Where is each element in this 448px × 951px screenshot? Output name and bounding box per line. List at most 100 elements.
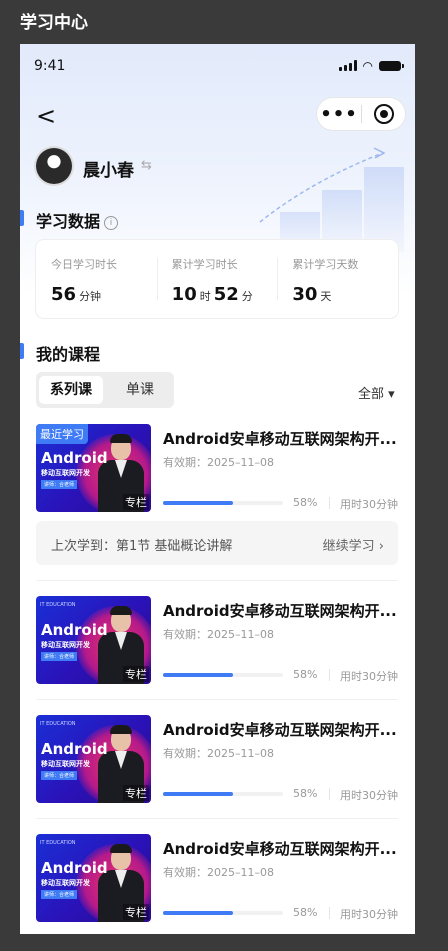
progress-fill <box>163 673 233 677</box>
thumb-tag: 讲师：合老师 <box>41 771 78 780</box>
tab-single-course[interactable]: 单课 <box>108 376 172 404</box>
page-title: 学习中心 <box>20 13 88 33</box>
time-used: 用时30分钟 <box>340 908 398 921</box>
thumb-subtitle: 移动互联网开发 <box>41 760 90 768</box>
divider <box>36 580 398 581</box>
divider <box>36 818 398 819</box>
stat-value: 30 天 <box>292 284 398 305</box>
course-card[interactable]: IT EDUCATION Android 移动互联网开发 讲师：合老师 专栏 A… <box>36 834 398 922</box>
course-thumbnail: IT EDUCATION Android 移动互联网开发 讲师：合老师 专栏 <box>36 715 151 803</box>
thumb-tag: 讲师：合老师 <box>41 890 78 899</box>
course-card[interactable]: 最近学习 Android 移动互联网开发 讲师：合老师 专栏 Android安卓… <box>36 424 398 512</box>
progress-bar <box>163 501 283 505</box>
progress-percent: 58% <box>293 787 318 800</box>
close-capsule-button[interactable] <box>362 104 405 124</box>
thumb-tag: 讲师：合老师 <box>41 652 78 661</box>
signal-icon <box>338 60 357 71</box>
time-used: 用时30分钟 <box>340 670 398 683</box>
stat-number: 30 <box>292 284 318 305</box>
more-icon[interactable]: ••• <box>317 104 361 125</box>
column-badge: 专栏 <box>123 904 149 920</box>
thumb-title: Android <box>41 740 108 758</box>
stat-unit: 时 <box>199 290 211 303</box>
thumb-title: Android <box>41 621 108 639</box>
progress-bar <box>163 673 283 677</box>
thumb-title: Android <box>41 449 108 467</box>
meta-divider <box>329 788 330 800</box>
filter-dropdown[interactable]: 全部 ▾ <box>358 383 395 402</box>
stat-total-days: 累计学习天数 30 天 <box>277 240 398 318</box>
progress-percent: 58% <box>293 668 318 681</box>
avatar[interactable] <box>36 148 72 184</box>
meta-divider <box>329 497 330 509</box>
target-icon <box>373 104 394 124</box>
course-type-tabs: 系列课 单课 <box>36 372 174 408</box>
status-icons: ◠ <box>338 58 404 73</box>
battery-icon <box>379 60 404 71</box>
stat-today: 今日学习时长 56 分钟 <box>36 240 157 318</box>
stat-unit: 天 <box>320 290 332 303</box>
stat-number: 52 <box>213 284 239 305</box>
course-card[interactable]: IT EDUCATION Android 移动互联网开发 讲师：合老师 专栏 A… <box>36 715 398 803</box>
course-title: Android安卓移动互联网架构开... <box>163 721 397 739</box>
mini-program-capsule: ••• <box>317 98 405 130</box>
thumb-top-text: IT EDUCATION <box>40 602 76 608</box>
info-icon[interactable]: i <box>104 216 119 230</box>
stat-unit: 分钟 <box>79 290 102 303</box>
section-marker <box>20 343 24 359</box>
meta-divider <box>329 669 330 681</box>
status-time: 9:41 <box>34 58 66 74</box>
course-thumbnail: IT EDUCATION Android 移动互联网开发 讲师：合老师 专栏 <box>36 834 151 922</box>
wifi-icon: ◠ <box>362 58 373 73</box>
column-badge: 专栏 <box>123 666 149 682</box>
section-marker <box>20 210 24 226</box>
course-title: Android安卓移动互联网架构开... <box>163 602 397 620</box>
last-study-bar: 上次学到：第1节 基础概论讲解 继续学习 › <box>36 521 398 565</box>
progress-bar <box>163 911 283 915</box>
study-data-title: 学习数据 i <box>36 208 119 232</box>
phone-screen: 9:41 ◠ < ••• 晨小春 ⇆ 学习数据 i 今日学习时长 56 分钟 累计学… <box>20 44 415 934</box>
progress-fill <box>163 792 233 796</box>
stat-value: 10 时 52 分 <box>172 284 278 305</box>
continue-study-button[interactable]: 继续学习 › <box>323 535 384 554</box>
course-validity: 有效期：2025–11–08 <box>163 747 274 760</box>
stat-unit: 分 <box>241 290 253 303</box>
stat-number: 10 <box>171 284 197 305</box>
stat-label: 累计学习时长 <box>171 258 238 271</box>
thumb-title: Android <box>41 859 108 877</box>
switch-icon[interactable]: ⇆ <box>141 158 152 173</box>
stat-number: 56 <box>51 284 77 305</box>
thumb-subtitle: 移动互联网开发 <box>41 879 90 887</box>
thumb-top-text: IT EDUCATION <box>40 840 76 846</box>
meta-divider <box>329 907 330 919</box>
thumb-tag: 讲师：合老师 <box>41 480 78 489</box>
divider <box>36 699 398 700</box>
study-data-label: 学习数据 <box>36 212 101 231</box>
progress-fill <box>163 911 233 915</box>
growth-chart-illustration <box>259 147 404 252</box>
course-title: Android安卓移动互联网架构开... <box>163 430 397 448</box>
course-thumbnail: 最近学习 Android 移动互联网开发 讲师：合老师 专栏 <box>36 424 151 512</box>
tab-series-course[interactable]: 系列课 <box>39 376 103 404</box>
course-thumbnail: IT EDUCATION Android 移动互联网开发 讲师：合老师 专栏 <box>36 596 151 684</box>
course-validity: 有效期：2025–11–08 <box>163 628 274 641</box>
my-courses-title: 我的课程 <box>36 345 101 364</box>
column-badge: 专栏 <box>123 494 149 510</box>
stat-total-time: 累计学习时长 10 时 52 分 <box>156 240 278 318</box>
progress-fill <box>163 501 233 505</box>
progress-percent: 58% <box>293 906 318 919</box>
course-validity: 有效期：2025–11–08 <box>163 456 274 469</box>
course-title: Android安卓移动互联网架构开... <box>163 840 397 858</box>
stat-label: 累计学习天数 <box>292 258 359 271</box>
progress-percent: 58% <box>293 496 318 509</box>
progress-bar <box>163 792 283 796</box>
study-stats-card: 今日学习时长 56 分钟 累计学习时长 10 时 52 分 累计学习天数 30 天 <box>36 240 398 318</box>
stat-label: 今日学习时长 <box>51 258 117 271</box>
column-badge: 专栏 <box>123 785 149 801</box>
back-icon[interactable]: < <box>36 102 56 130</box>
thumb-subtitle: 移动互联网开发 <box>41 641 90 649</box>
course-card[interactable]: IT EDUCATION Android 移动互联网开发 讲师：合老师 专栏 A… <box>36 596 398 684</box>
recent-study-badge: 最近学习 <box>36 424 88 444</box>
course-validity: 有效期：2025–11–08 <box>163 866 274 879</box>
time-used: 用时30分钟 <box>340 789 398 802</box>
